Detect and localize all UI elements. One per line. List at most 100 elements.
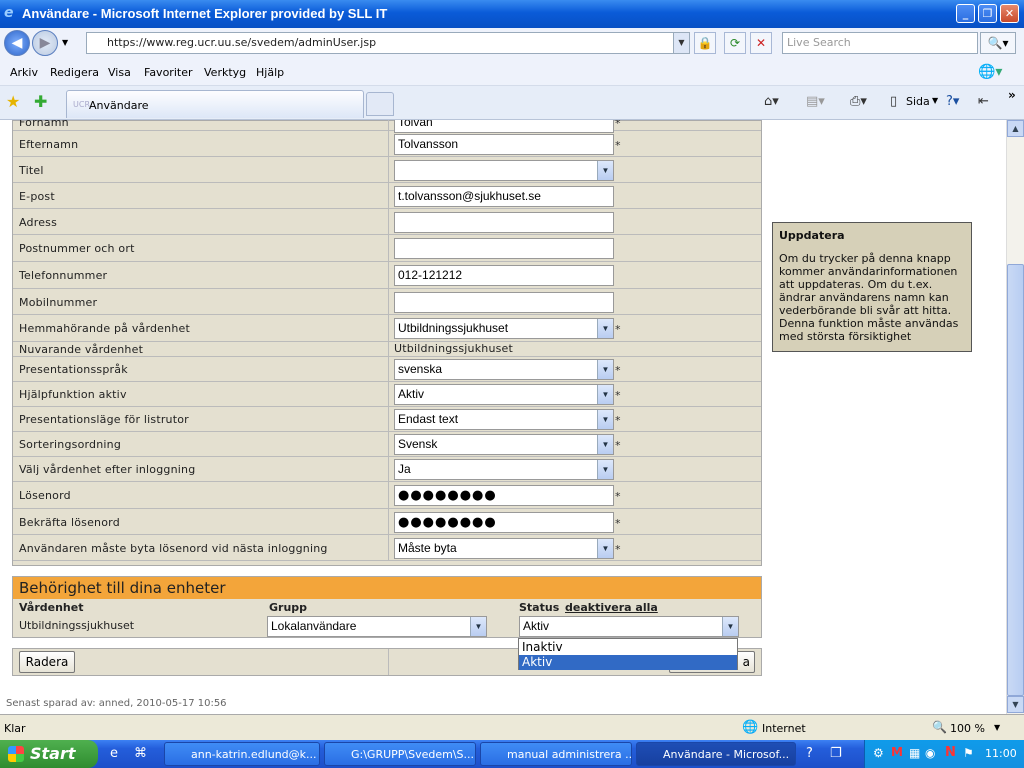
print-icon[interactable]: ⎙▾: [850, 94, 867, 109]
form-row: Nuvarande vårdenhet Utbildningssjukhuset: [13, 342, 761, 357]
forward-button[interactable]: ▶: [32, 30, 58, 56]
scroll-up-icon[interactable]: ▲: [1007, 120, 1024, 137]
chevron-down-icon: ▼: [722, 617, 738, 636]
menu-favoriter[interactable]: Favoriter: [144, 66, 192, 79]
field-select[interactable]: Svensk ▼: [394, 434, 614, 455]
tray-security-icon[interactable]: ⚑: [963, 746, 974, 760]
permissions-header: Behörighet till dina enheter: [13, 577, 761, 599]
vertical-scrollbar[interactable]: ▲ ▼: [1006, 120, 1024, 714]
page-dropdown-icon[interactable]: ▼: [932, 96, 938, 105]
chevron-down-icon: ▼: [597, 435, 613, 454]
column-divider: [388, 157, 389, 182]
zoom-icon[interactable]: 🔍: [932, 720, 947, 734]
required-mark: *: [615, 490, 621, 503]
field-select[interactable]: ▼: [394, 160, 614, 181]
field-select[interactable]: Endast text ▼: [394, 409, 614, 430]
text-field[interactable]: t.tolvansson@sjukhuset.se: [394, 186, 614, 207]
page-menu[interactable]: Sida: [906, 95, 930, 108]
scroll-down-icon[interactable]: ▼: [1007, 696, 1024, 713]
url-dropdown-icon[interactable]: ▼: [673, 33, 689, 53]
add-favorite-icon[interactable]: ✚: [34, 92, 47, 111]
tray-m-icon[interactable]: M: [891, 745, 903, 759]
field-select[interactable]: Ja ▼: [394, 459, 614, 480]
menu-hjalp[interactable]: Hjälp: [256, 66, 284, 79]
close-button[interactable]: ✕: [1000, 4, 1019, 23]
status-dropdown-list[interactable]: Inaktiv Aktiv: [518, 638, 738, 670]
field-select[interactable]: Utbildningssjukhuset ▼: [394, 318, 614, 339]
password-field[interactable]: ●●●●●●●●: [394, 485, 614, 506]
taskbar-window-icon[interactable]: ❐: [830, 746, 842, 761]
help-icon[interactable]: ?▾: [946, 94, 959, 109]
task-ie[interactable]: Användare - Microsof...: [636, 742, 796, 766]
start-button[interactable]: Start: [0, 740, 98, 768]
task-word[interactable]: manual administrera ...: [480, 742, 632, 766]
tray-network-icon[interactable]: ⚙: [873, 746, 884, 760]
zoom-dropdown-icon[interactable]: ▼: [994, 723, 1000, 732]
group-select[interactable]: Lokalanvändare ▼: [267, 616, 487, 637]
favorites-star-icon[interactable]: ★: [6, 92, 20, 111]
text-field[interactable]: [394, 238, 614, 259]
form-row: Hemmahörande på vårdenhet Utbildningssjuk…: [13, 315, 761, 342]
feeds-icon[interactable]: ▤▾: [806, 94, 825, 109]
taskbar-help-icon[interactable]: ?: [806, 746, 813, 761]
field-label: Mobilnummer: [19, 295, 98, 309]
form-row: Telefonnummer 012-121212: [13, 262, 761, 289]
quicklaunch-outlook-icon[interactable]: ⌘: [134, 746, 147, 761]
minimize-button[interactable]: _: [956, 4, 975, 23]
field-label: Adress: [19, 215, 58, 229]
maximize-button[interactable]: ❐: [978, 4, 997, 23]
menu-visa[interactable]: Visa: [108, 66, 131, 79]
page-icon[interactable]: ▯: [890, 94, 897, 109]
url-input[interactable]: https://www.reg.ucr.uu.se/svedem/adminUs…: [86, 32, 690, 54]
text-field[interactable]: 012-121212: [394, 265, 614, 286]
scroll-thumb[interactable]: [1007, 264, 1024, 696]
text-field[interactable]: Tolvansson: [394, 134, 614, 155]
lock-icon[interactable]: 🔒: [694, 32, 716, 54]
required-mark: *: [615, 389, 621, 402]
menu-arkiv[interactable]: Arkiv: [10, 66, 38, 79]
required-mark: *: [615, 323, 621, 336]
field-select[interactable]: Måste byta ▼: [394, 538, 614, 559]
text-field[interactable]: [394, 292, 614, 313]
new-tab-button[interactable]: [366, 92, 394, 116]
status-select[interactable]: Aktiv ▼: [519, 616, 739, 637]
deactivate-all-link[interactable]: deaktivera alla: [565, 601, 658, 614]
history-dropdown-icon[interactable]: ▼: [62, 38, 68, 47]
research-icon[interactable]: ⇤: [978, 94, 989, 109]
column-divider: [388, 457, 389, 481]
menu-redigera[interactable]: Redigera: [50, 66, 99, 79]
field-select[interactable]: svenska ▼: [394, 359, 614, 380]
quicklaunch-ie-icon[interactable]: e: [110, 746, 118, 761]
column-divider: [388, 183, 389, 208]
zoom-level[interactable]: 100 %: [950, 722, 985, 735]
text-field[interactable]: [394, 212, 614, 233]
field-label: Nuvarande vårdenhet: [19, 343, 144, 356]
tab-anvandare[interactable]: UCR Användare: [66, 90, 364, 118]
tray-shield-icon[interactable]: ◉: [925, 746, 935, 760]
stop-icon[interactable]: ✕: [750, 32, 772, 54]
form-row: Titel ▼: [13, 157, 761, 183]
task-folder-label: G:\GRUPP\Svedem\S...: [351, 748, 475, 761]
help-text: Om du trycker på denna knapp kommer anvä…: [779, 252, 959, 343]
delete-button[interactable]: Radera: [19, 651, 75, 673]
back-button[interactable]: ◀: [4, 30, 30, 56]
globe-icon[interactable]: 🌐▾: [978, 64, 1002, 80]
tray-grid-icon[interactable]: ▦: [909, 746, 920, 760]
field-label: Titel: [19, 163, 44, 177]
task-folder[interactable]: G:\GRUPP\Svedem\S...: [324, 742, 476, 766]
column-divider: [388, 535, 389, 560]
password-field[interactable]: ●●●●●●●●: [394, 512, 614, 533]
home-icon[interactable]: ⌂▾: [764, 94, 779, 109]
col-group-header: Grupp: [269, 601, 308, 614]
refresh-icon[interactable]: ⟳: [724, 32, 746, 54]
task-email[interactable]: ann-katrin.edlund@k...: [164, 742, 320, 766]
search-input[interactable]: Live Search: [782, 32, 978, 54]
menu-verktyg[interactable]: Verktyg: [204, 66, 246, 79]
tray-n-icon[interactable]: N: [945, 745, 956, 760]
option-aktiv[interactable]: Aktiv: [519, 655, 737, 670]
option-inaktiv[interactable]: Inaktiv: [519, 640, 737, 655]
search-icon[interactable]: 🔍▾: [980, 32, 1016, 54]
internet-zone-icon: 🌐: [742, 720, 759, 735]
field-select[interactable]: Aktiv ▼: [394, 384, 614, 405]
toolbar-overflow-icon[interactable]: »: [1008, 88, 1016, 102]
